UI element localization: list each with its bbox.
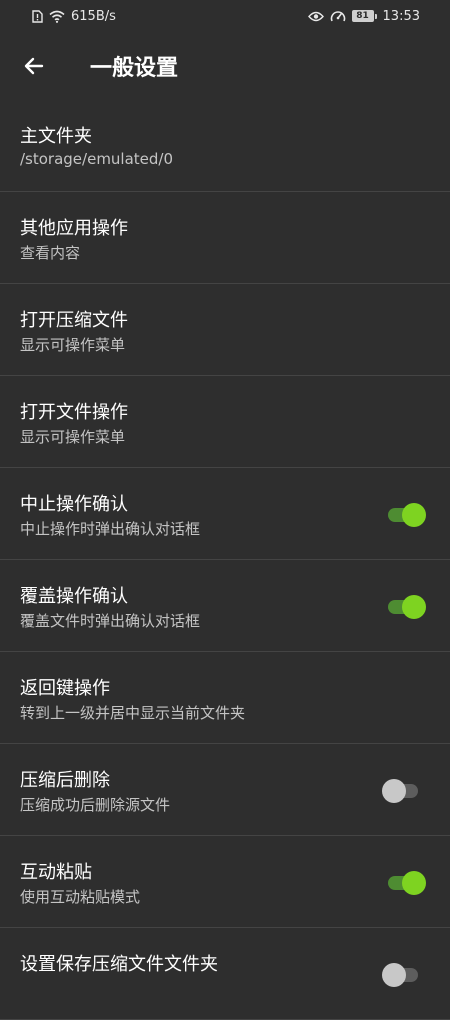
setting-subtitle: 显示可操作菜单 bbox=[20, 336, 126, 354]
eye-icon bbox=[307, 11, 324, 22]
speedometer-icon bbox=[330, 9, 346, 23]
status-bar: 615B/s 81 13:53 bbox=[0, 0, 450, 32]
setting-title: 中止操作确认 bbox=[20, 494, 128, 515]
setting-title: 设置保存压缩文件文件夹 bbox=[20, 954, 218, 975]
setting-delete-after-compress[interactable]: 压缩后删除 压缩成功后删除源文件 bbox=[0, 744, 450, 836]
interactive-paste-toggle[interactable] bbox=[386, 871, 426, 895]
wifi-icon bbox=[49, 10, 65, 23]
setting-subtitle: 查看内容 bbox=[20, 244, 81, 262]
sim-alert-icon bbox=[32, 9, 43, 23]
save-archive-folder-toggle[interactable] bbox=[382, 963, 426, 987]
net-speed: 615B/s bbox=[71, 8, 116, 24]
setting-subtitle: 显示可操作菜单 bbox=[20, 428, 126, 446]
status-right: 81 13:53 bbox=[307, 8, 420, 24]
setting-title: 压缩后删除 bbox=[20, 770, 110, 791]
overwrite-confirm-toggle[interactable] bbox=[386, 595, 426, 619]
app-bar: 一般设置 bbox=[0, 32, 450, 100]
setting-title: 主文件夹 bbox=[20, 126, 92, 147]
back-button[interactable] bbox=[0, 32, 68, 100]
setting-save-archive-folder[interactable]: 设置保存压缩文件文件夹 bbox=[0, 928, 450, 1020]
setting-subtitle: 压缩成功后删除源文件 bbox=[20, 796, 171, 814]
back-arrow-icon bbox=[24, 57, 44, 75]
setting-title: 互动粘贴 bbox=[20, 862, 92, 883]
setting-title: 覆盖操作确认 bbox=[20, 586, 128, 607]
setting-subtitle: 转到上一级并居中显示当前文件夹 bbox=[20, 704, 246, 722]
setting-interactive-paste[interactable]: 互动粘贴 使用互动粘贴模式 bbox=[0, 836, 450, 928]
setting-open-archive[interactable]: 打开压缩文件 显示可操作菜单 bbox=[0, 284, 450, 376]
setting-subtitle: 覆盖文件时弹出确认对话框 bbox=[20, 612, 201, 630]
setting-title: 打开文件操作 bbox=[20, 402, 128, 423]
setting-home-folder[interactable]: 主文件夹 /storage/emulated/0 bbox=[0, 100, 450, 192]
setting-abort-confirm[interactable]: 中止操作确认 中止操作时弹出确认对话框 bbox=[0, 468, 450, 560]
setting-subtitle: 使用互动粘贴模式 bbox=[20, 888, 141, 906]
setting-title: 其他应用操作 bbox=[20, 218, 128, 239]
status-time: 13:53 bbox=[382, 8, 420, 24]
abort-confirm-toggle[interactable] bbox=[386, 503, 426, 527]
setting-subtitle: 中止操作时弹出确认对话框 bbox=[20, 520, 201, 538]
setting-open-file-action[interactable]: 打开文件操作 显示可操作菜单 bbox=[0, 376, 450, 468]
battery-level: 81 bbox=[351, 10, 374, 22]
setting-title: 返回键操作 bbox=[20, 678, 110, 699]
setting-subtitle: /storage/emulated/0 bbox=[20, 150, 174, 168]
settings-list: 主文件夹 /storage/emulated/0 其他应用操作 查看内容 打开压… bbox=[0, 100, 450, 1020]
setting-other-app-action[interactable]: 其他应用操作 查看内容 bbox=[0, 192, 450, 284]
delete-after-compress-toggle[interactable] bbox=[382, 779, 426, 803]
page-title: 一般设置 bbox=[90, 56, 179, 81]
setting-overwrite-confirm[interactable]: 覆盖操作确认 覆盖文件时弹出确认对话框 bbox=[0, 560, 450, 652]
battery-icon: 81 bbox=[351, 10, 377, 22]
status-left: 615B/s bbox=[32, 9, 116, 24]
setting-title: 打开压缩文件 bbox=[20, 310, 128, 331]
setting-back-key-action[interactable]: 返回键操作 转到上一级并居中显示当前文件夹 bbox=[0, 652, 450, 744]
